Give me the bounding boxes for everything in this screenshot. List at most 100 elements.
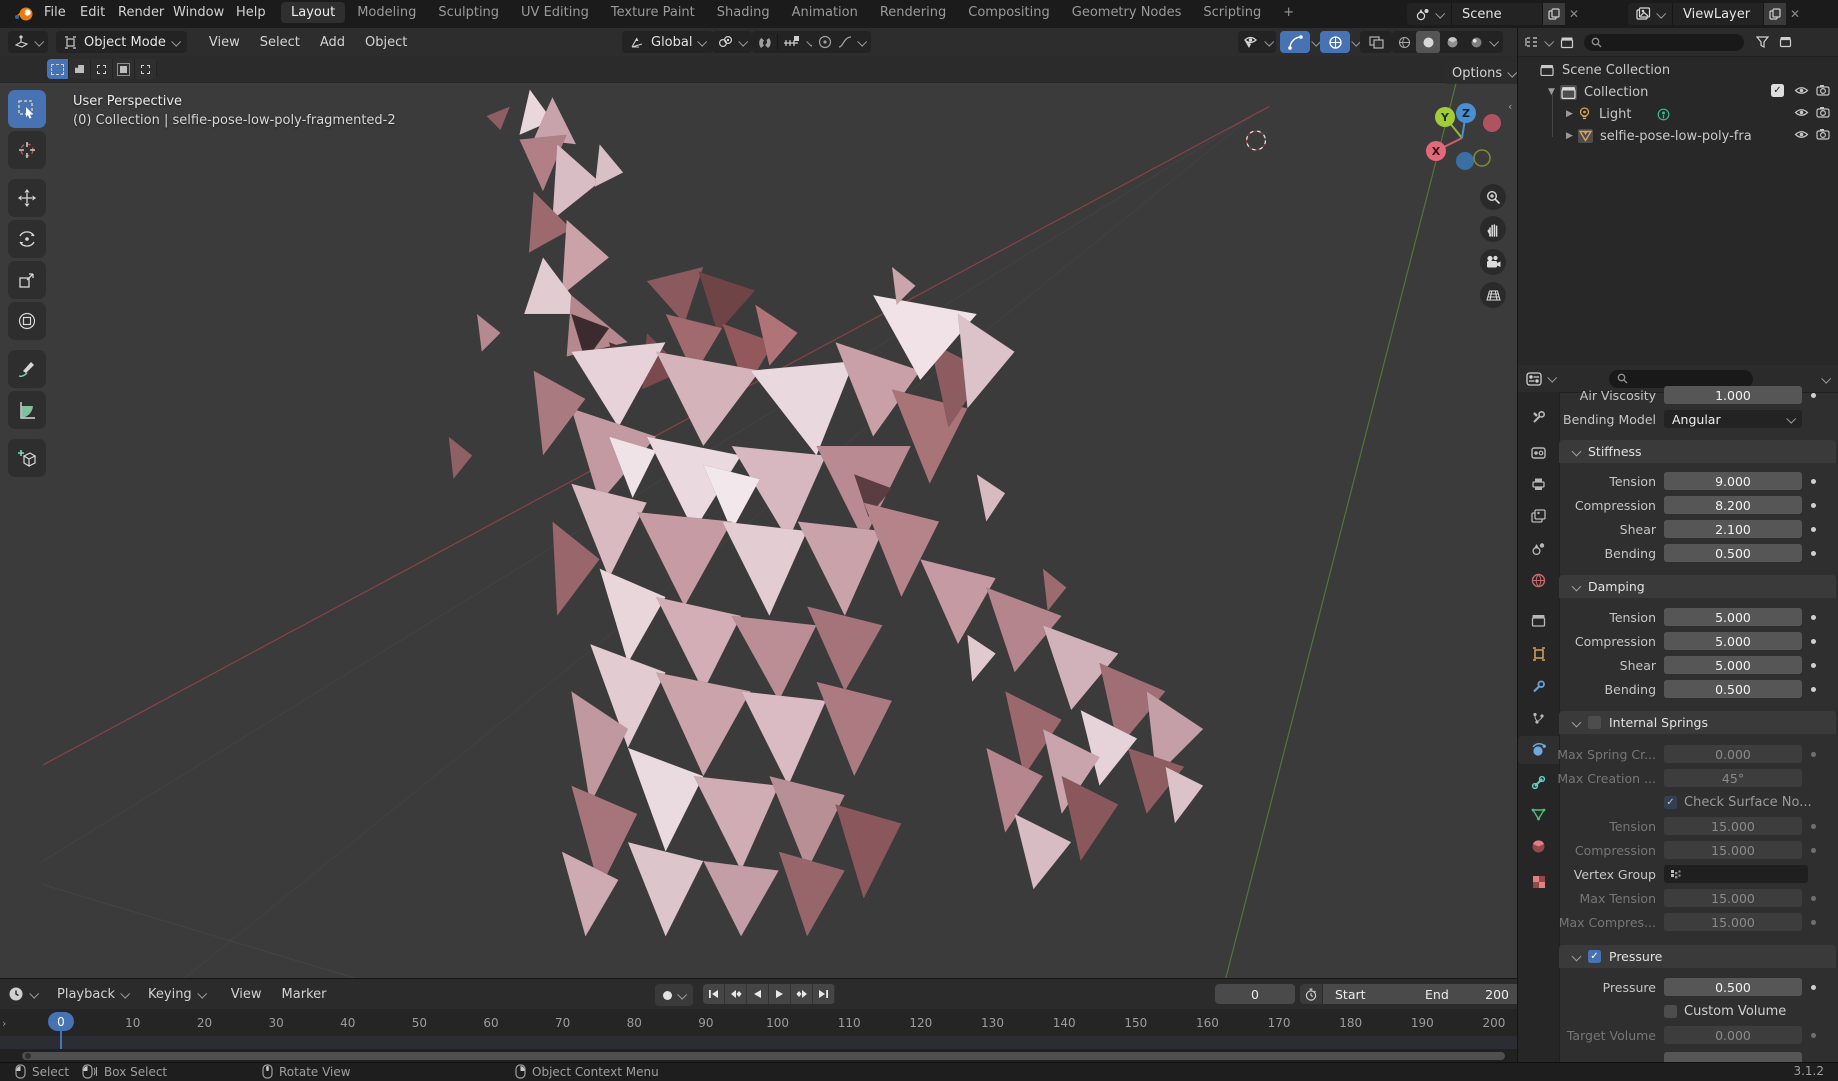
- tab-view-layer-properties[interactable]: [1518, 502, 1559, 530]
- playhead-badge[interactable]: 0: [48, 1012, 74, 1031]
- shading-wireframe-button[interactable]: [1392, 31, 1416, 53]
- options-dropdown[interactable]: Options: [1443, 62, 1517, 84]
- current-frame-field[interactable]: 0: [1215, 984, 1295, 1004]
- menu-object[interactable]: Object: [355, 35, 417, 50]
- transform-orientation-dropdown[interactable]: Global: [622, 31, 713, 53]
- menu-view[interactable]: View: [199, 35, 250, 50]
- tab-scene-properties[interactable]: [1518, 534, 1559, 562]
- tab-shading[interactable]: Shading: [707, 2, 780, 23]
- viewport-3d[interactable]: Object Mode View Select Add Object Globa…: [0, 28, 1517, 978]
- play-button[interactable]: [769, 984, 791, 1004]
- scene-copy-button[interactable]: [1542, 3, 1565, 25]
- falloff-curve-icon[interactable]: [838, 35, 852, 49]
- next-keyframe-button[interactable]: [791, 984, 813, 1004]
- snap-magnet-icon[interactable]: [757, 35, 772, 50]
- properties-options-caret[interactable]: [1821, 374, 1831, 384]
- filter-icon[interactable]: [1756, 36, 1769, 48]
- prop-stiffness-compression[interactable]: Compression8.200: [1559, 495, 1838, 515]
- viewlayer-remove-button[interactable]: ✕: [1786, 7, 1804, 21]
- gizmo-axis-y-neg[interactable]: [1474, 150, 1490, 166]
- tool-select-box[interactable]: [8, 90, 46, 128]
- tab-material-properties[interactable]: [1518, 832, 1559, 860]
- tab-compositing[interactable]: Compositing: [958, 2, 1060, 23]
- outliner-row-scene-collection[interactable]: Scene Collection: [1540, 59, 1670, 81]
- frame-end-field[interactable]: End200: [1413, 984, 1517, 1004]
- model-selfie-pose-fragmented[interactable]: [449, 90, 1204, 937]
- disable-render-camera-icon[interactable]: [1816, 128, 1830, 140]
- timeline-scrollbar[interactable]: [22, 1052, 1505, 1060]
- disable-render-camera-icon[interactable]: [1816, 106, 1830, 118]
- check-surface-checkbox[interactable]: ✓: [1664, 796, 1677, 809]
- object-visibility-dropdown[interactable]: [1238, 31, 1276, 53]
- auto-keyframe-toggle[interactable]: [655, 984, 693, 1006]
- menu-add[interactable]: Add: [310, 35, 355, 50]
- prop-stiffness-bending[interactable]: Bending0.500: [1559, 543, 1838, 563]
- tab-modeling[interactable]: Modeling: [347, 2, 426, 23]
- prop-custom-volume[interactable]: Custom Volume: [1559, 1001, 1838, 1021]
- disable-render-camera-icon[interactable]: [1816, 84, 1830, 96]
- section-damping[interactable]: Damping: [1559, 575, 1836, 598]
- jump-to-start-button[interactable]: [703, 984, 725, 1004]
- tool-cursor[interactable]: [8, 131, 46, 169]
- tab-geometry-nodes[interactable]: Geometry Nodes: [1062, 2, 1192, 23]
- tool-rotate[interactable]: [8, 220, 46, 258]
- prop-check-surface-normals[interactable]: ✓ Check Surface No...: [1559, 792, 1838, 812]
- shading-dropdown-caret[interactable]: [1489, 36, 1499, 46]
- tab-rendering[interactable]: Rendering: [870, 2, 956, 23]
- outliner-row-light[interactable]: ▶ Light: [1566, 103, 1670, 125]
- menu-select[interactable]: Select: [250, 35, 310, 50]
- properties-editor-type-button[interactable]: [1526, 372, 1555, 386]
- proportional-editing-icon[interactable]: [818, 35, 832, 49]
- custom-volume-checkbox[interactable]: [1664, 1005, 1677, 1018]
- pivot-point-dropdown[interactable]: [712, 31, 752, 53]
- prop-max-spring-creation[interactable]: Max Spring Cr...0.000: [1559, 744, 1838, 764]
- pan-view-button[interactable]: [1480, 216, 1506, 242]
- tab-tool-properties[interactable]: [1518, 403, 1559, 431]
- gizmo-axis-z-neg[interactable]: [1456, 152, 1474, 170]
- scrollbar-zoom-handle[interactable]: [25, 1053, 31, 1059]
- prop-damping-bending[interactable]: Bending0.500: [1559, 679, 1838, 699]
- outliner-editor-type-button[interactable]: [1524, 35, 1552, 49]
- tab-object-properties[interactable]: [1518, 640, 1559, 668]
- play-reverse-button[interactable]: [747, 984, 769, 1004]
- prop-damping-tension[interactable]: Tension5.000: [1559, 607, 1838, 627]
- camera-view-button[interactable]: [1480, 249, 1506, 275]
- menu-keying[interactable]: Keying: [138, 987, 215, 1002]
- show-gizmo-toggle[interactable]: [1280, 31, 1310, 53]
- menu-window[interactable]: Window: [163, 5, 234, 20]
- select-mode-intersect-button[interactable]: [135, 59, 157, 79]
- tab-constraint-properties[interactable]: [1518, 768, 1559, 796]
- timeline-editor-type-button[interactable]: [8, 986, 37, 1002]
- tab-modifier-properties[interactable]: [1518, 672, 1559, 700]
- scene-browse-button[interactable]: [1407, 3, 1451, 25]
- select-mode-subtract-button[interactable]: [91, 59, 113, 79]
- select-mode-set-button[interactable]: [47, 59, 69, 79]
- tool-add-cube[interactable]: [8, 439, 46, 477]
- shading-material-button[interactable]: [1440, 31, 1464, 53]
- tab-layout[interactable]: Layout: [281, 2, 345, 23]
- menu-view-timeline[interactable]: View: [221, 987, 272, 1002]
- prop-internal-compression[interactable]: Compression15.000: [1559, 840, 1838, 860]
- tool-scale[interactable]: [8, 261, 46, 299]
- playhead-line[interactable]: [60, 1031, 62, 1049]
- tool-measure[interactable]: [8, 391, 46, 429]
- scene-name[interactable]: Scene: [1451, 3, 1542, 25]
- hide-eye-icon[interactable]: [1794, 85, 1809, 96]
- outliner-row-mesh-object[interactable]: ▶ selfie-pose-low-poly-fragme: [1566, 125, 1752, 147]
- prop-max-creation-angle[interactable]: Max Creation ...45°: [1559, 768, 1838, 788]
- viewlayer-name[interactable]: ViewLayer: [1672, 3, 1763, 25]
- blender-logo-icon[interactable]: [14, 4, 36, 23]
- tab-sculpting[interactable]: Sculpting: [428, 2, 509, 23]
- viewlayer-browse-button[interactable]: [1628, 3, 1672, 25]
- scene-unlink-button[interactable]: ✕: [1565, 7, 1583, 21]
- mode-dropdown[interactable]: Object Mode: [56, 31, 187, 53]
- prop-stiffness-shear[interactable]: Shear2.100: [1559, 519, 1838, 539]
- timeline-channel-band[interactable]: [0, 1036, 1517, 1049]
- show-overlays-toggle[interactable]: [1320, 31, 1350, 53]
- toggle-xray-button[interactable]: [1360, 31, 1392, 53]
- tab-physics-properties[interactable]: [1518, 736, 1559, 764]
- tab-scripting[interactable]: Scripting: [1193, 2, 1271, 23]
- new-collection-button[interactable]: [1779, 36, 1792, 48]
- tab-world-properties[interactable]: [1518, 566, 1559, 594]
- tab-render-properties[interactable]: [1518, 438, 1559, 466]
